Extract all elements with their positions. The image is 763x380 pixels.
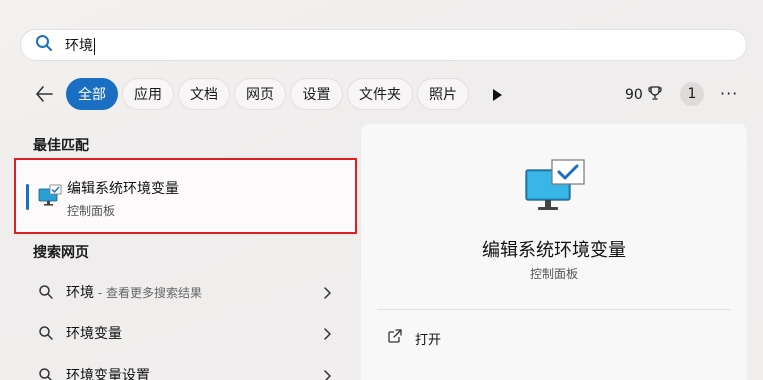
text-caret (94, 37, 95, 55)
trophy-icon (647, 85, 663, 105)
rewards-points[interactable]: 90 (625, 85, 663, 105)
search-icon (38, 284, 54, 300)
system-properties-icon (524, 158, 586, 214)
web-search-label: 环境 (66, 285, 94, 301)
search-icon (35, 34, 53, 56)
web-search-label: 环境变量设置 (66, 368, 150, 380)
search-icon (38, 367, 54, 380)
search-input[interactable]: 环境 (65, 35, 95, 55)
search-icon (38, 325, 54, 341)
more-options-icon[interactable]: ··· (720, 84, 738, 103)
tab-photos[interactable]: 照片 (417, 78, 469, 110)
divider (377, 309, 731, 310)
account-badge[interactable]: 1 (680, 82, 704, 106)
chevron-right-icon[interactable] (322, 368, 332, 380)
chevron-right-icon[interactable] (322, 326, 332, 340)
best-match-heading: 最佳匹配 (33, 138, 89, 154)
system-properties-icon (38, 184, 62, 208)
best-match-title: 编辑系统环境变量 (67, 181, 179, 197)
web-search-heading: 搜索网页 (33, 245, 89, 261)
open-action[interactable]: 打开 (387, 328, 441, 348)
tab-apps[interactable]: 应用 (122, 78, 174, 110)
back-arrow-icon[interactable] (33, 83, 55, 105)
web-search-item[interactable]: 环境 - 查看更多搜索结果 (24, 274, 344, 310)
best-match-subtitle: 控制面板 (67, 204, 116, 218)
detail-subtitle: 控制面板 (529, 267, 578, 281)
open-external-icon (387, 328, 403, 348)
tab-settings[interactable]: 设置 (290, 78, 343, 110)
detail-title: 编辑系统环境变量 (482, 240, 626, 261)
chevron-right-icon[interactable] (322, 285, 332, 299)
filter-bar: 全部 应用 文档 网页 设置 文件夹 照片 90 1 ··· (0, 76, 763, 112)
search-box[interactable]: 环境 (20, 29, 747, 61)
web-search-label: 环境变量 (66, 326, 122, 342)
tab-web[interactable]: 网页 (234, 78, 286, 110)
web-search-hint: - 查看更多搜索结果 (94, 286, 202, 300)
web-search-item[interactable]: 环境变量设置 (24, 357, 344, 380)
tab-folders[interactable]: 文件夹 (347, 78, 413, 110)
tab-all[interactable]: 全部 (66, 78, 118, 110)
tab-documents[interactable]: 文档 (178, 78, 230, 110)
play-icon[interactable] (491, 87, 503, 101)
web-search-item[interactable]: 环境变量 (24, 315, 344, 351)
best-match-result[interactable]: 编辑系统环境变量 控制面板 (14, 158, 357, 234)
detail-panel: 编辑系统环境变量 控制面板 打开 (361, 124, 747, 380)
open-action-label: 打开 (415, 332, 442, 348)
selection-indicator (26, 184, 29, 210)
